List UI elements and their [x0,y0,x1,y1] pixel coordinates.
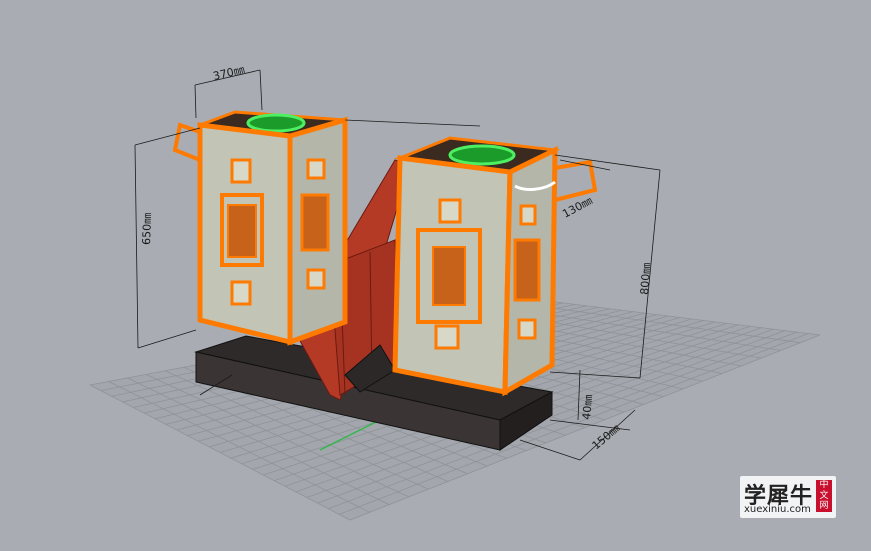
dim-label-base-depth: 150㎜ [590,422,623,453]
watermark-badge: 中文网 [816,480,832,512]
3d-scene[interactable]: 370㎜ 650㎜ 800㎜ 130㎜ 40㎜ 150㎜ [0,0,871,551]
dim-label-top-width: 370㎜ [212,63,246,83]
watermark-url: xuexiniu.com [744,504,811,515]
dim-label-base-height: 40㎜ [580,394,595,420]
dim-label-left-height: 650㎜ [140,213,154,245]
dim-label-right-height: 800㎜ [638,262,653,295]
rhino-viewport[interactable]: 370㎜ 650㎜ 800㎜ 130㎜ 40㎜ 150㎜ 学犀牛 xuexini… [0,0,871,551]
xuexiniu-watermark: 学犀牛 xuexiniu.com 中文网 [740,476,836,518]
left-lamp-box [172,110,348,346]
